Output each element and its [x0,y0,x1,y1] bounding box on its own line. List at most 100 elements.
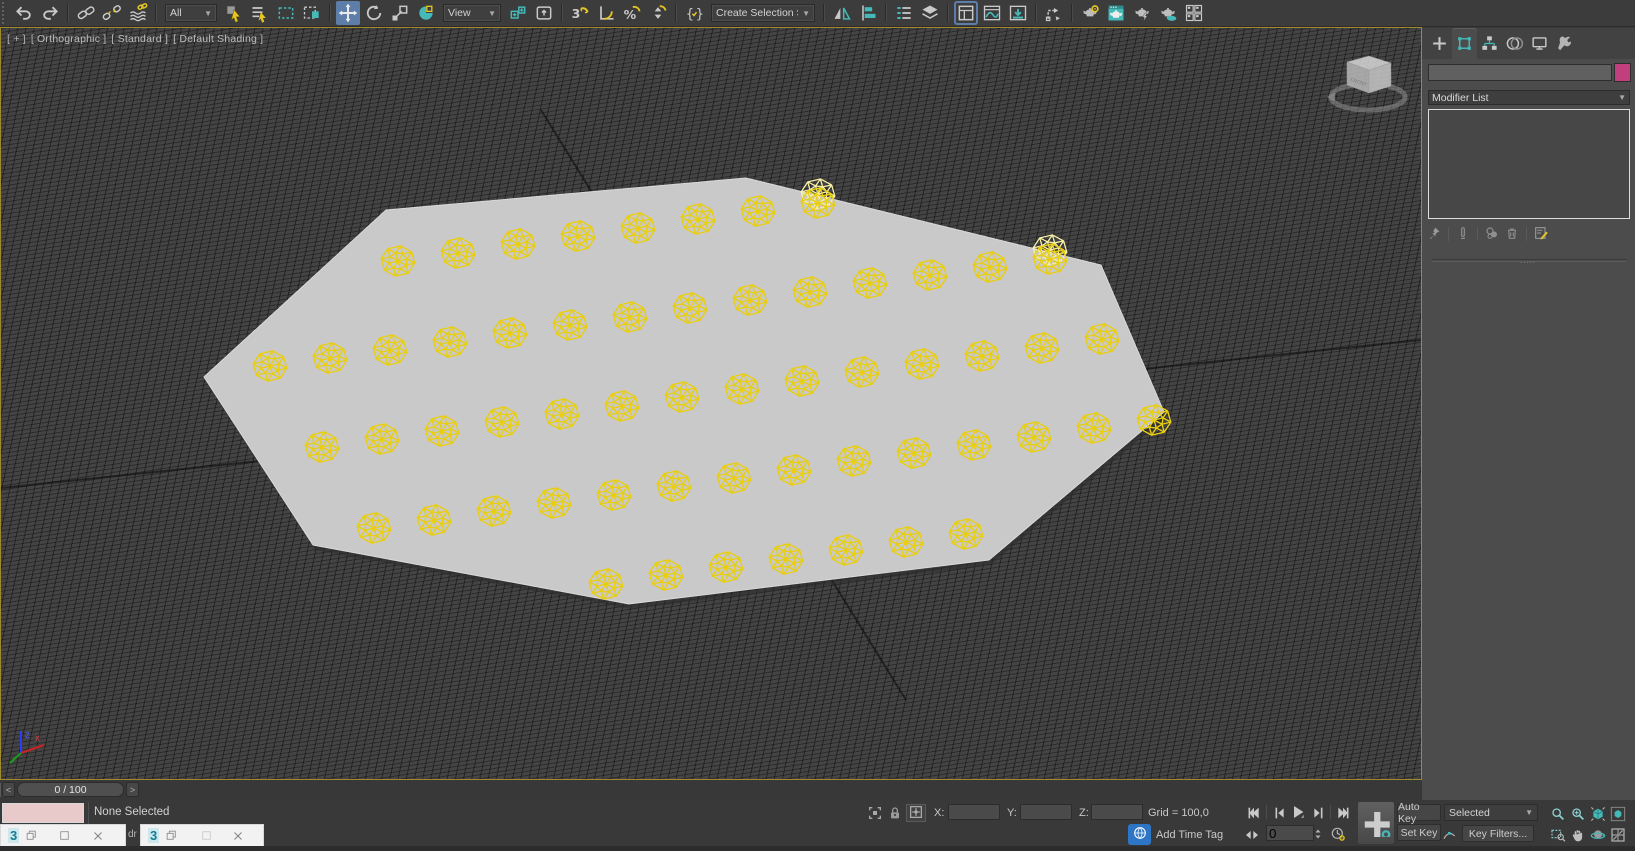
scatter-sphere[interactable] [1077,413,1111,443]
scatter-sphere[interactable] [537,488,571,518]
scatter-sphere[interactable] [501,229,535,259]
set-key-button[interactable]: Set Key [1397,824,1441,841]
scatter-sphere[interactable] [1085,324,1119,354]
scatter-sphere[interactable] [785,366,819,396]
scatter-sphere[interactable] [889,527,923,557]
zoom-extents-all-button[interactable] [1608,804,1627,823]
scatter-sphere[interactable] [801,188,835,218]
spinner-snap-toggle-button[interactable] [646,1,670,25]
redo-button[interactable] [38,1,62,25]
scatter-sphere[interactable] [769,544,803,574]
scatter-sphere[interactable] [905,349,939,379]
scatter-sphere[interactable] [597,480,631,510]
scatter-sphere[interactable] [665,382,699,412]
tab-utilities[interactable] [1552,28,1577,59]
zoom-region-button[interactable] [1548,825,1567,844]
zoom-extents-button[interactable] [1588,804,1607,823]
viewport-menu-pov[interactable]: [ Orthographic ] [31,33,107,45]
toggle-scene-explorer-button[interactable] [892,1,916,25]
scatter-sphere[interactable] [589,569,623,599]
select-and-rotate-button[interactable] [362,1,386,25]
named-selection-sets-dropdown[interactable]: Create Selection Se▼ [711,4,815,22]
add-time-tag[interactable]: Add Time Tag [1156,829,1223,841]
snap-toggle-3d-button[interactable]: 3 [568,1,592,25]
tab-display[interactable] [1527,28,1552,59]
scatter-sphere[interactable] [365,424,399,454]
percent-snap-toggle-button[interactable]: % [620,1,644,25]
reference-coordinate-system-dropdown[interactable]: View▼ [443,4,501,22]
scatter-sphere[interactable] [649,560,683,590]
tab-hierarchy[interactable] [1477,28,1502,59]
maxscript-mini-listener[interactable] [2,803,84,823]
scatter-sphere[interactable] [829,535,863,565]
rendered-frame-window-button[interactable] [1130,1,1154,25]
toggle-ribbon-button[interactable] [954,1,978,25]
select-object-button[interactable] [222,1,246,25]
mirror-button[interactable] [830,1,854,25]
z-coordinate-field[interactable] [1091,804,1143,820]
scatter-sphere[interactable] [717,463,751,493]
scatter-sphere[interactable] [417,505,451,535]
scatter-sphere[interactable] [477,496,511,526]
zoom-button[interactable] [1548,804,1567,823]
scatter-sphere[interactable] [1025,333,1059,363]
scatter-sphere[interactable] [957,430,991,460]
current-frame-field[interactable] [1266,825,1314,841]
close-window-icon[interactable] [231,829,245,843]
remove-modifier-button[interactable] [1504,225,1520,244]
key-filters-button[interactable]: Key Filters... [1462,825,1534,842]
orbit-button[interactable] [1588,825,1607,844]
scatter-sphere[interactable] [845,357,879,387]
isolate-selection-toggle[interactable] [866,804,884,822]
object-color-swatch[interactable] [1614,63,1631,82]
scatter-sphere[interactable] [253,351,287,381]
scatter-sphere[interactable] [965,341,999,371]
maximize-window-icon[interactable] [58,829,71,842]
auto-key-button[interactable]: Auto Key [1397,804,1441,821]
scatter-sphere[interactable] [381,246,415,276]
tab-modify[interactable] [1452,28,1477,59]
keyboard-shortcut-override-button[interactable] [532,1,556,25]
scatter-sphere[interactable] [553,310,587,340]
scatter-sphere[interactable] [373,335,407,365]
scatter-sphere[interactable] [733,285,767,315]
show-end-result-button[interactable] [1455,225,1471,244]
zoom-all-button[interactable] [1568,804,1587,823]
time-slider[interactable]: 0 / 100 [17,782,124,797]
selection-filter-dropdown[interactable]: All▼ [165,4,217,22]
undo-button[interactable] [12,1,36,25]
absolute-mode-toggle[interactable] [906,804,926,822]
make-unique-button[interactable] [1484,225,1500,244]
scatter-sphere[interactable] [913,260,947,290]
default-tangent-button[interactable] [1441,825,1459,843]
selection-lock-toggle[interactable] [886,804,904,822]
open-quad-layouts-button[interactable] [1182,1,1206,25]
scatter-sphere[interactable] [837,446,871,476]
scatter-sphere[interactable] [305,432,339,462]
maximize-viewport-toggle[interactable] [1608,825,1627,844]
pin-stack-button[interactable] [1426,225,1442,244]
scatter-sphere[interactable] [425,416,459,446]
tab-create[interactable] [1427,28,1452,59]
previous-frame-button[interactable] [1270,804,1288,822]
scatter-sphere[interactable] [897,438,931,468]
scatter-sphere[interactable] [613,302,647,332]
restore-window-icon[interactable] [25,829,38,842]
align-button[interactable] [856,1,880,25]
play-button[interactable] [1289,803,1307,821]
go-to-start-button[interactable] [1245,804,1263,822]
close-window-icon[interactable] [91,829,105,843]
render-setup-button[interactable] [1104,1,1128,25]
render-production-button[interactable] [1156,1,1180,25]
scatter-sphere[interactable] [357,513,391,543]
viewport-menu-general[interactable]: [ + ] [7,33,26,45]
schematic-view-button[interactable] [1006,1,1030,25]
scatter-sphere[interactable] [545,399,579,429]
selection-set-dropdown[interactable]: Selected ▼ [1444,804,1538,821]
edit-named-selection-sets-button[interactable]: {} [682,1,706,25]
scatter-sphere[interactable] [657,471,691,501]
viewport-menu-shading[interactable]: [ Default Shading ] [173,33,263,45]
select-and-link-button[interactable] [74,1,98,25]
object-name-field[interactable] [1428,64,1612,81]
curve-editor-button[interactable] [980,1,1004,25]
